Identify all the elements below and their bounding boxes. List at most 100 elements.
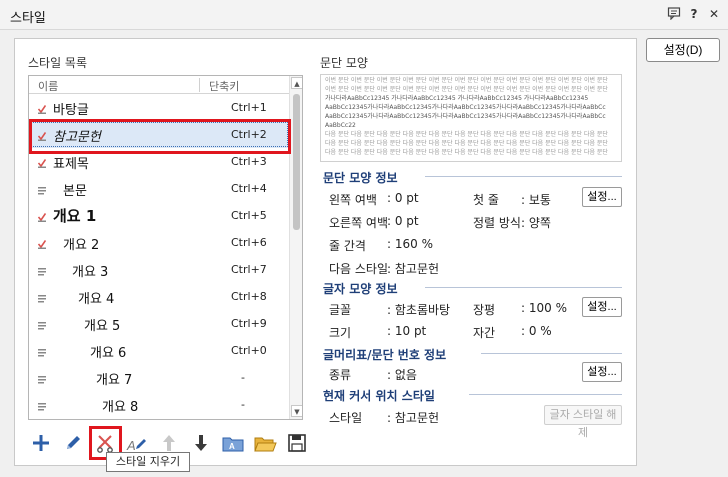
paragraph-check-icon — [37, 103, 47, 114]
add-style-button[interactable] — [28, 430, 54, 456]
style-name: 개요 1 — [53, 207, 97, 225]
char-settings-button[interactable]: 설정... — [582, 297, 622, 317]
style-list-scrollbar[interactable]: ▲ ▼ — [289, 76, 302, 419]
style-shortcut: Ctrl+9 — [231, 317, 267, 330]
save-icon — [288, 434, 306, 452]
preview-sample-text: 가나다라AaBbCc12345 가나다라AaBbCc12345 가나다라AaBb… — [325, 95, 589, 102]
style-row[interactable]: 개요 1 Ctrl+5 — [29, 202, 289, 229]
style-row[interactable]: 개요 3 Ctrl+7 — [29, 256, 289, 283]
section-divider — [481, 353, 622, 354]
close-button[interactable]: ✕ — [706, 6, 722, 22]
style-name: 개요 5 — [84, 319, 121, 334]
style-row[interactable]: 개요 6 Ctrl+0 — [29, 337, 289, 364]
edit-style-button[interactable] — [60, 430, 86, 456]
style-shortcut: Ctrl+4 — [231, 182, 267, 195]
paragraph-check-icon — [37, 238, 47, 249]
style-row[interactable]: 본문 Ctrl+4 — [29, 175, 289, 202]
style-shortcut: Ctrl+3 — [231, 155, 267, 168]
para-settings-button[interactable]: 설정... — [582, 187, 622, 207]
cursor-style-label: 스타일 — [329, 411, 363, 425]
style-row[interactable]: 개요 8 - — [29, 391, 289, 418]
line-spacing-label: 줄 간격 — [329, 239, 366, 253]
style-name: 개요 4 — [78, 292, 115, 307]
preview-after-text: 다음 문단 다음 문단 다음 문단 다음 문단 다음 문단 다음 문단 다음 문… — [325, 140, 608, 147]
ratio-label: 장평 — [473, 303, 496, 317]
font-label: 글꼴 — [329, 303, 352, 317]
paragraph-icon — [38, 400, 46, 411]
svg-text:A: A — [126, 438, 136, 453]
section-divider — [425, 176, 622, 177]
help-button[interactable]: ? — [686, 6, 702, 22]
style-row[interactable]: 개요 2 Ctrl+6 — [29, 229, 289, 256]
column-divider — [199, 78, 200, 92]
chat-icon[interactable] — [666, 6, 682, 22]
preview-label: 문단 모양 — [320, 56, 368, 70]
preview-before-text: 이번 문단 이번 문단 이번 문단 이번 문단 이번 문단 이번 문단 이번 문… — [325, 77, 608, 84]
style-shortcut: Ctrl+5 — [231, 209, 267, 222]
save-style-button[interactable] — [284, 430, 310, 456]
import-style-button[interactable]: A — [220, 430, 246, 456]
numbering-info-title: 글머리표/문단 번호 정보 — [323, 348, 447, 362]
column-shortcut: 단축키 — [209, 80, 240, 93]
left-margin-label: 왼쪽 여백 — [329, 193, 377, 207]
preview-after-text: 다음 문단 다음 문단 다음 문단 다음 문단 다음 문단 다음 문단 다음 문… — [325, 149, 608, 156]
para-info-title: 문단 모양 정보 — [323, 171, 398, 185]
right-margin-label: 오른쪽 여백 — [329, 216, 389, 230]
scroll-thumb[interactable] — [293, 94, 300, 230]
scroll-down-icon[interactable]: ▼ — [291, 405, 302, 417]
style-shortcut: Ctrl+7 — [231, 263, 267, 276]
highlight-box-selected-style — [29, 119, 291, 154]
left-margin-value: : 0 pt — [387, 191, 419, 205]
next-style-value: : 참고문헌 — [387, 262, 440, 276]
style-name: 개요 2 — [63, 238, 100, 253]
ok-button[interactable]: 설정(D) — [646, 38, 720, 62]
paragraph-icon — [38, 346, 46, 357]
style-name: 개요 3 — [72, 265, 109, 280]
style-row[interactable]: 바탕글 Ctrl+1 — [29, 94, 289, 121]
open-style-button[interactable] — [252, 430, 278, 456]
numbering-settings-button[interactable]: 설정... — [582, 362, 622, 382]
pencil-icon — [67, 436, 80, 449]
style-name: 개요 8 — [102, 400, 139, 415]
preview-sample-text: AaBbCc22 — [325, 122, 356, 129]
style-shortcut: - — [241, 398, 245, 411]
folder-style-icon: A — [222, 437, 244, 452]
style-row[interactable]: 개요 7 - — [29, 364, 289, 391]
spacing-value: : 0 % — [521, 324, 552, 338]
plus-icon — [33, 435, 49, 451]
preview-before-text: 이번 문단 이번 문단 이번 문단 이번 문단 이번 문단 이번 문단 이번 문… — [325, 86, 608, 93]
arrow-down-icon — [195, 435, 207, 451]
style-shortcut: - — [241, 371, 245, 384]
indent-label: 첫 줄 — [473, 193, 499, 207]
font-value: : 함초롬바탕 — [387, 303, 451, 317]
style-name: 개요 7 — [96, 373, 133, 388]
style-shortcut: Ctrl+8 — [231, 290, 267, 303]
paragraph-icon — [38, 184, 46, 195]
next-style-label: 다음 스타일 — [329, 262, 389, 276]
line-spacing-value: : 160 % — [387, 237, 433, 251]
window-title: 스타일 — [10, 11, 46, 26]
style-name: 개요 6 — [90, 346, 127, 361]
char-info-title: 글자 모양 정보 — [323, 282, 398, 296]
style-list-label: 스타일 목록 — [28, 56, 88, 70]
numbering-type-value: : 없음 — [387, 368, 417, 382]
move-down-button[interactable] — [188, 430, 214, 456]
scroll-up-icon[interactable]: ▲ — [291, 77, 302, 89]
right-margin-value: : 0 pt — [387, 214, 419, 228]
release-char-style-button[interactable]: 글자 스타일 해제 — [544, 405, 622, 439]
style-shortcut: Ctrl+6 — [231, 236, 267, 249]
style-shortcut: Ctrl+1 — [231, 101, 267, 114]
paragraph-icon — [38, 265, 46, 276]
style-shortcut: Ctrl+0 — [231, 344, 267, 357]
folder-open-icon — [254, 437, 277, 452]
align-label: 정렬 방식 — [473, 216, 521, 230]
cursor-style-title: 현재 커서 위치 스타일 — [323, 389, 435, 403]
preview-after-text: 다음 문단 다음 문단 다음 문단 다음 문단 다음 문단 다음 문단 다음 문… — [325, 131, 608, 138]
style-row[interactable]: 개요 4 Ctrl+8 — [29, 283, 289, 310]
paragraph-check-icon — [37, 211, 47, 222]
title-bar: 스타일 ? ✕ — [0, 0, 728, 30]
style-row[interactable]: 개요 5 Ctrl+9 — [29, 310, 289, 337]
cursor-style-value: : 참고문헌 — [387, 411, 440, 425]
preview-sample-text: AaBbCc12345가나다라AaBbCc12345가나다라AaBbCc1234… — [325, 113, 606, 120]
paragraph-icon — [38, 292, 46, 303]
